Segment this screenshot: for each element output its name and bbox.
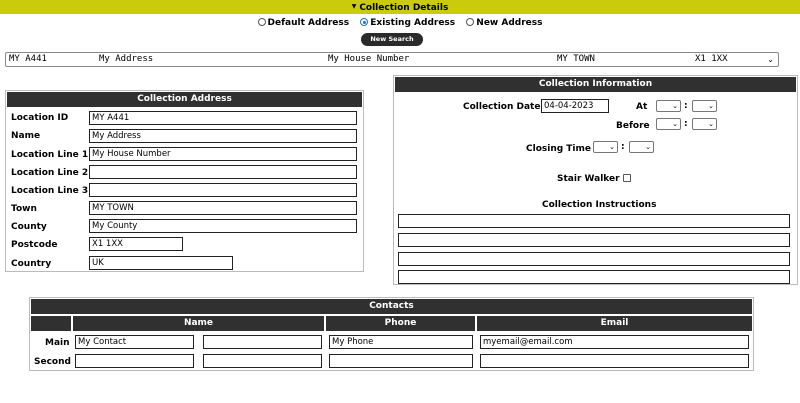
country-label: Country xyxy=(11,259,52,269)
radio-new-address-control[interactable] xyxy=(466,18,475,26)
closing-hour-select[interactable]: ⌄ xyxy=(593,141,618,153)
existing-address-select[interactable]: MY A441 My Address My House Number MY TO… xyxy=(5,52,779,67)
address-select-location-id: MY A441 xyxy=(9,54,47,64)
contacts-title: Contacts xyxy=(31,299,752,314)
closing-colon: : xyxy=(621,142,625,152)
contact-main-phone-input[interactable]: My Phone xyxy=(329,335,473,349)
collection-instructions-label: Collection Instructions xyxy=(542,200,657,210)
collection-information-title: Collection Information xyxy=(395,77,796,92)
chevron-down-icon: ⌄ xyxy=(609,143,615,151)
name-input[interactable]: My Address xyxy=(89,129,357,143)
chevron-down-icon: ⌄ xyxy=(708,120,714,128)
closing-time-label: Closing Time xyxy=(526,144,592,154)
county-label: County xyxy=(11,222,47,232)
location-line2-input[interactable] xyxy=(89,165,357,179)
address-select-postcode: X1 1XX xyxy=(695,54,728,64)
radio-default-address-label: Default Address xyxy=(267,18,350,28)
chevron-down-icon: ⌄ xyxy=(767,55,774,64)
postcode-input[interactable]: X1 1XX xyxy=(89,237,183,251)
contacts-col-phone: Phone xyxy=(326,316,475,331)
caret-down-icon: ▼ xyxy=(351,3,357,10)
radio-existing-address-label: Existing Address xyxy=(370,18,456,28)
location-id-label: Location ID xyxy=(11,113,69,123)
before-hour-select[interactable]: ⌄ xyxy=(656,118,681,130)
collection-address-title: Collection Address xyxy=(7,92,362,107)
contacts-corner xyxy=(31,316,71,331)
town-label: Town xyxy=(11,204,37,214)
address-select-line1: My House Number xyxy=(328,54,410,64)
at-hour-select[interactable]: ⌄ xyxy=(656,100,681,112)
name-label: Name xyxy=(11,131,41,141)
radio-new-address[interactable]: New Address xyxy=(466,17,542,29)
location-line2-label: Location Line 2 xyxy=(11,168,89,178)
instructions-line1-input[interactable] xyxy=(398,214,790,228)
contacts-col-email: Email xyxy=(477,316,752,331)
chevron-down-icon: ⌄ xyxy=(708,102,714,110)
contacts-col-name: Name xyxy=(73,316,324,331)
collection-details-header[interactable]: ▼ Collection Details xyxy=(0,0,800,14)
county-input[interactable]: My County xyxy=(89,219,357,233)
instructions-line2-input[interactable] xyxy=(398,233,790,247)
closing-minute-select[interactable]: ⌄ xyxy=(629,141,654,153)
contact-second-name2-input[interactable] xyxy=(203,354,322,368)
stair-walker-label: Stair Walker xyxy=(557,174,620,184)
radio-new-address-label: New Address xyxy=(476,18,543,28)
at-label: At xyxy=(636,102,648,112)
radio-default-address[interactable]: Default Address xyxy=(257,17,350,29)
chevron-down-icon: ⌄ xyxy=(672,102,678,110)
radio-existing-address[interactable]: Existing Address xyxy=(360,17,455,29)
location-line3-label: Location Line 3 xyxy=(11,186,89,196)
chevron-down-icon: ⌄ xyxy=(672,120,678,128)
stair-walker-checkbox[interactable] xyxy=(623,174,631,182)
before-label: Before xyxy=(616,121,650,131)
address-select-town: MY TOWN xyxy=(557,54,595,64)
at-minute-select[interactable]: ⌄ xyxy=(692,100,717,112)
collection-date-input[interactable]: 04-04-2023 xyxy=(541,99,609,113)
contact-main-name2-input[interactable] xyxy=(203,335,322,349)
postcode-label: Postcode xyxy=(11,240,58,250)
collection-details-title: Collection Details xyxy=(359,3,449,13)
contact-second-name-input[interactable] xyxy=(75,354,194,368)
at-colon: : xyxy=(684,101,688,111)
location-line1-label: Location Line 1 xyxy=(11,150,89,160)
contact-second-label: Second xyxy=(34,357,71,367)
radio-default-address-control[interactable] xyxy=(257,18,266,26)
contact-main-name-input[interactable]: My Contact xyxy=(75,335,194,349)
new-search-button[interactable]: New Search xyxy=(361,33,423,46)
address-select-name: My Address xyxy=(99,54,154,64)
location-id-input[interactable]: MY A441 xyxy=(89,111,357,125)
chevron-down-icon: ⌄ xyxy=(645,143,651,151)
collection-date-label: Collection Date xyxy=(463,102,541,112)
radio-existing-address-control[interactable] xyxy=(360,18,369,26)
contact-second-phone-input[interactable] xyxy=(329,354,473,368)
contact-main-label: Main xyxy=(45,338,70,348)
before-colon: : xyxy=(684,119,688,129)
contact-main-email-input[interactable]: myemail@email.com xyxy=(480,335,749,349)
before-minute-select[interactable]: ⌄ xyxy=(692,118,717,130)
town-input[interactable]: MY TOWN xyxy=(89,201,357,215)
instructions-line3-input[interactable] xyxy=(398,252,790,266)
country-input[interactable]: UK xyxy=(89,256,233,270)
address-mode-group: Default Address Existing Address New Add… xyxy=(0,17,800,29)
location-line1-input[interactable]: My House Number xyxy=(89,147,357,161)
contact-second-email-input[interactable] xyxy=(480,354,749,368)
location-line3-input[interactable] xyxy=(89,183,357,197)
instructions-line4-input[interactable] xyxy=(398,270,790,284)
